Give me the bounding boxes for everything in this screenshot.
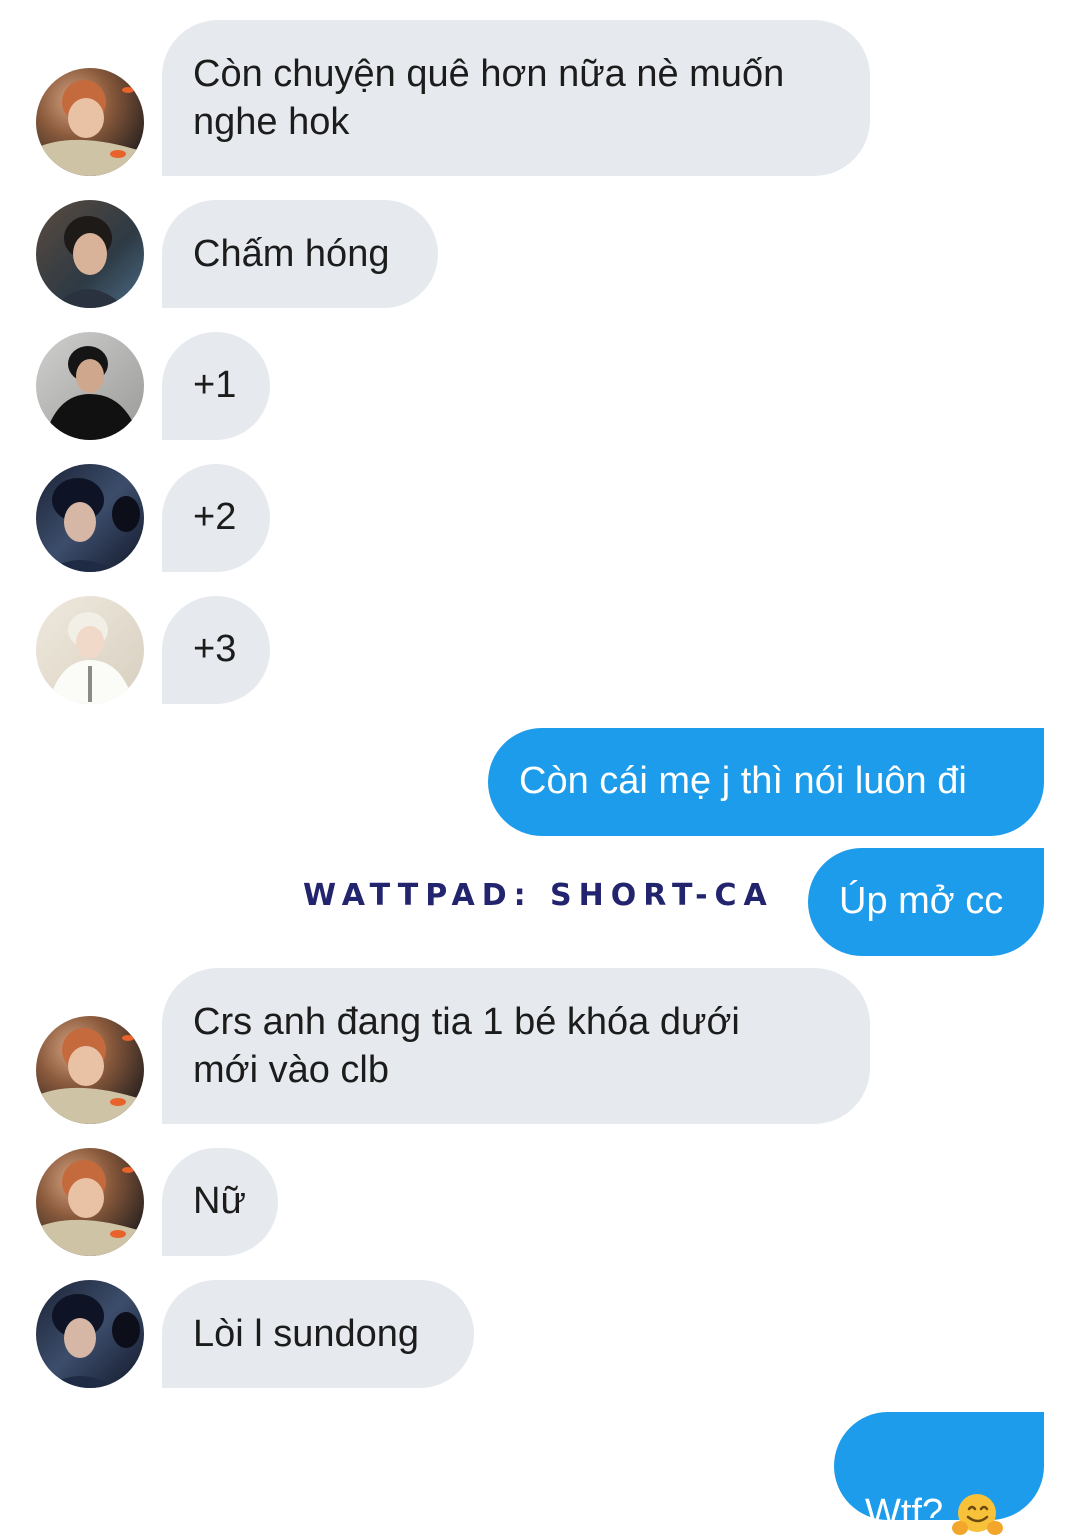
- message-bubble[interactable]: +1: [162, 332, 270, 440]
- message-bubble-outgoing[interactable]: Wtf?: [834, 1412, 1044, 1535]
- avatar-image: [36, 68, 144, 176]
- message-bubble[interactable]: Nữ: [162, 1148, 278, 1256]
- message-bubble[interactable]: Lòi l sundong: [162, 1280, 474, 1388]
- avatar-redhair-goldfish[interactable]: [36, 1148, 144, 1256]
- avatar-navy-hair[interactable]: [36, 1280, 144, 1388]
- avatar-image: [36, 332, 144, 440]
- message-bubble[interactable]: Chấm hóng: [162, 200, 438, 308]
- message-bubble-outgoing[interactable]: Úp mở cc: [808, 848, 1044, 956]
- avatar-image: [36, 596, 144, 704]
- watermark: WATTPAD: SHORT-CA: [303, 878, 774, 913]
- avatar-redhair-goldfish[interactable]: [36, 68, 144, 176]
- hugging-face-icon: [951, 1491, 1005, 1539]
- message-bubble[interactable]: +3: [162, 596, 270, 704]
- avatar-image: [36, 1148, 144, 1256]
- avatar-image: [36, 1016, 144, 1124]
- avatar-darkhair-portrait[interactable]: [36, 200, 144, 308]
- message-bubble[interactable]: +2: [162, 464, 270, 572]
- avatar-redhair-goldfish[interactable]: [36, 1016, 144, 1124]
- avatar-image: [36, 1280, 144, 1388]
- avatar-blond-white-shirt[interactable]: [36, 596, 144, 704]
- message-bubble-outgoing[interactable]: Còn cái mẹ j thì nói luôn đi: [488, 728, 1044, 836]
- message-bubble[interactable]: Còn chuyện quê hơn nữa nè muốn nghe hok: [162, 20, 870, 176]
- message-bubble[interactable]: Crs anh đang tia 1 bé khóa dưới mới vào …: [162, 968, 870, 1124]
- avatar-image: [36, 200, 144, 308]
- avatar-black-shirt[interactable]: [36, 332, 144, 440]
- avatar-navy-hair[interactable]: [36, 464, 144, 572]
- avatar-image: [36, 464, 144, 572]
